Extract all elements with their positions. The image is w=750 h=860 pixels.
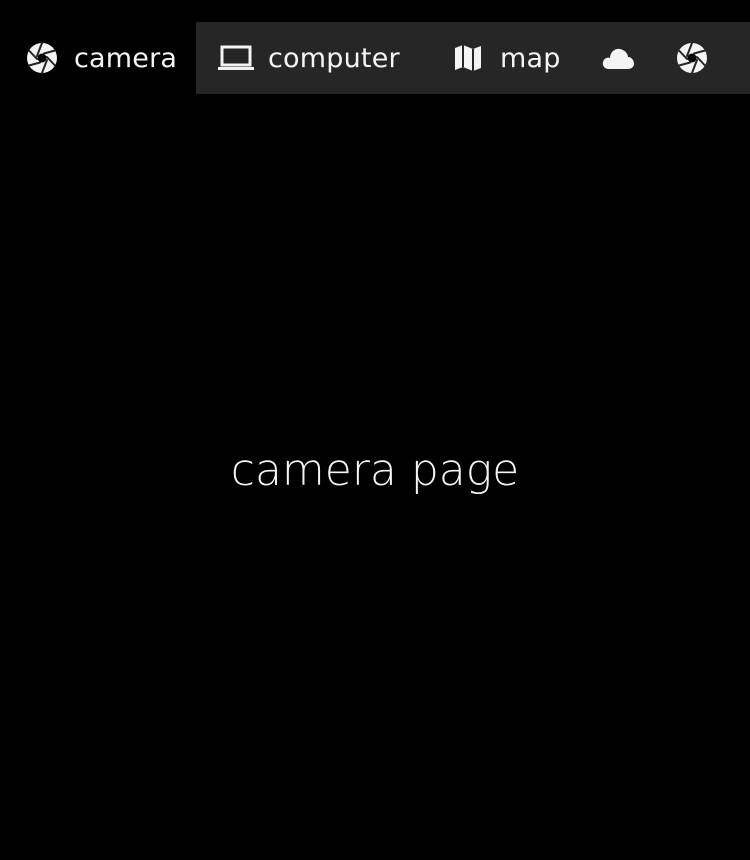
tab-bar: camera computer map — [0, 22, 750, 94]
main-content: camera page — [0, 94, 750, 860]
tab-label: computer — [268, 42, 400, 74]
tab-camera-2[interactable] — [654, 22, 750, 94]
page-title: camera page — [230, 444, 520, 496]
tab-label: map — [500, 42, 561, 74]
map-icon — [450, 40, 486, 76]
laptop-icon — [218, 40, 254, 76]
tab-label: camera — [74, 42, 178, 74]
camera-icon — [674, 40, 710, 76]
tab-computer[interactable]: computer — [196, 22, 424, 94]
tab-cloud[interactable] — [580, 22, 654, 94]
cloud-icon — [600, 40, 636, 76]
camera-icon — [24, 40, 60, 76]
tab-camera[interactable]: camera — [0, 22, 196, 94]
tab-map[interactable]: map — [424, 22, 580, 94]
